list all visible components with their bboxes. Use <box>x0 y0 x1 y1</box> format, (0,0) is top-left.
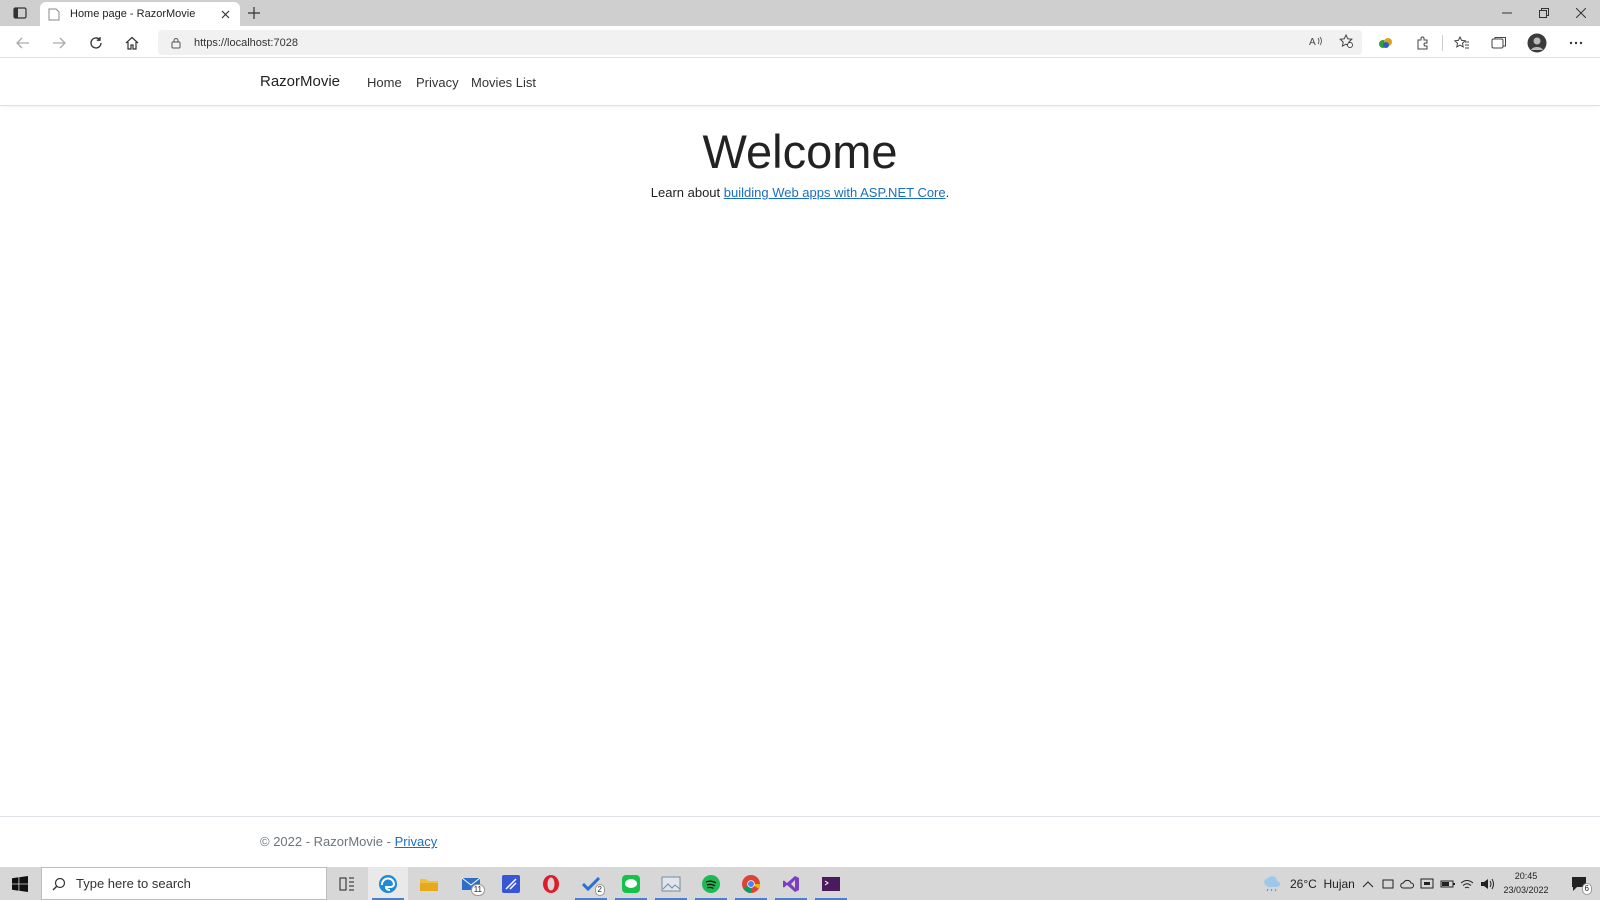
more-options-icon[interactable] <box>1565 32 1587 54</box>
extensions-icon[interactable] <box>1411 32 1433 54</box>
extension-color-icon[interactable] <box>1375 32 1397 54</box>
site-navbar: RazorMovie Home Privacy Movies List <box>0 58 1600 106</box>
todo-badge: 2 <box>594 884 605 896</box>
clock-time: 20:45 <box>1514 871 1538 881</box>
close-window-icon[interactable] <box>1562 0 1600 26</box>
nav-movies-list-link[interactable]: Movies List <box>471 75 536 90</box>
opera-browser-icon[interactable] <box>531 867 571 900</box>
visual-studio-icon[interactable] <box>771 867 811 900</box>
rain-cloud-icon <box>1264 875 1280 891</box>
learn-suffix: . <box>945 185 950 200</box>
todo-app-icon[interactable]: 2 <box>571 867 611 900</box>
toolbar-divider <box>1442 35 1443 51</box>
minimize-icon[interactable] <box>1488 0 1526 26</box>
windows-start-icon[interactable] <box>0 867 40 900</box>
meet-now-icon[interactable] <box>1382 867 1394 900</box>
footer-text: © 2022 - RazorMovie - <box>260 834 395 849</box>
url-text: https://localhost:7028 <box>194 36 298 49</box>
nav-home-link[interactable]: Home <box>367 75 402 90</box>
search-placeholder: Type here to search <box>76 876 191 891</box>
chrome-app-icon[interactable] <box>731 867 771 900</box>
task-view-icon[interactable] <box>327 867 367 900</box>
weather-text: 26°C Hujan <box>1290 876 1355 891</box>
site-brand-link[interactable]: RazorMovie <box>260 73 340 90</box>
read-aloud-icon[interactable]: A <box>1305 30 1327 52</box>
collections-icon[interactable] <box>1488 32 1510 54</box>
clock-date: 23/03/2022 <box>1503 885 1549 895</box>
refresh-icon[interactable] <box>85 32 107 54</box>
mail-app-icon[interactable]: 11 <box>451 867 491 900</box>
display-icon[interactable] <box>1420 867 1434 900</box>
browser-tab[interactable]: Home page - RazorMovie <box>40 2 240 26</box>
back-icon[interactable] <box>12 32 34 54</box>
whiteboard-app-icon[interactable] <box>491 867 531 900</box>
terminal-app-icon[interactable] <box>811 867 851 900</box>
onedrive-icon[interactable] <box>1400 867 1414 900</box>
lock-icon <box>171 37 181 48</box>
weather-widget[interactable]: 26°C Hujan <box>1262 867 1355 900</box>
search-icon <box>52 877 66 890</box>
mail-badge: 11 <box>470 884 485 896</box>
spotify-app-icon[interactable] <box>691 867 731 900</box>
forward-icon[interactable] <box>48 32 70 54</box>
restore-icon[interactable] <box>1525 0 1563 26</box>
address-bar[interactable]: https://localhost:7028 <box>158 30 1362 55</box>
close-tab-icon[interactable] <box>218 7 232 21</box>
favorites-icon[interactable] <box>1451 32 1473 54</box>
footer-copyright: © 2022 - RazorMovie - Privacy <box>260 834 437 849</box>
new-tab-button[interactable] <box>244 3 264 23</box>
notification-badge: 6 <box>1581 883 1592 895</box>
wifi-icon[interactable] <box>1460 867 1474 900</box>
volume-icon[interactable] <box>1480 867 1494 900</box>
profile-avatar[interactable] <box>1526 32 1548 54</box>
svg-text:A: A <box>1309 37 1316 47</box>
file-explorer-icon[interactable] <box>409 867 449 900</box>
tab-title: Home page - RazorMovie <box>70 8 196 20</box>
page-title: Welcome <box>702 125 898 178</box>
notification-center-icon[interactable]: 6 <box>1560 867 1600 900</box>
nav-privacy-link[interactable]: Privacy <box>416 75 459 90</box>
windows-taskbar: Type here to search 11 2 26°C Hujan 20:4… <box>0 867 1600 900</box>
aspnet-docs-link[interactable]: building Web apps with ASP.NET Core <box>724 185 946 200</box>
learn-prefix: Learn about <box>650 185 724 200</box>
line-app-icon[interactable] <box>611 867 651 900</box>
browser-toolbar: https://localhost:7028 A <box>0 26 1600 58</box>
learn-paragraph: Learn about building Web apps with ASP.N… <box>0 185 1600 200</box>
edge-app-icon[interactable] <box>368 867 408 900</box>
battery-icon[interactable] <box>1440 867 1456 900</box>
site-footer: © 2022 - RazorMovie - Privacy <box>0 816 1600 867</box>
taskbar-clock[interactable]: 20:45 23/03/2022 <box>1496 869 1556 897</box>
browser-tab-strip: Home page - RazorMovie <box>0 0 1600 26</box>
page-icon <box>48 8 60 20</box>
add-favorite-icon[interactable] <box>1335 30 1357 52</box>
tab-actions-icon[interactable] <box>8 4 32 22</box>
home-icon[interactable] <box>121 32 143 54</box>
show-hidden-icons[interactable] <box>1362 867 1374 900</box>
photos-app-icon[interactable] <box>651 867 691 900</box>
taskbar-search-input[interactable]: Type here to search <box>41 867 327 900</box>
footer-privacy-link[interactable]: Privacy <box>395 834 438 849</box>
